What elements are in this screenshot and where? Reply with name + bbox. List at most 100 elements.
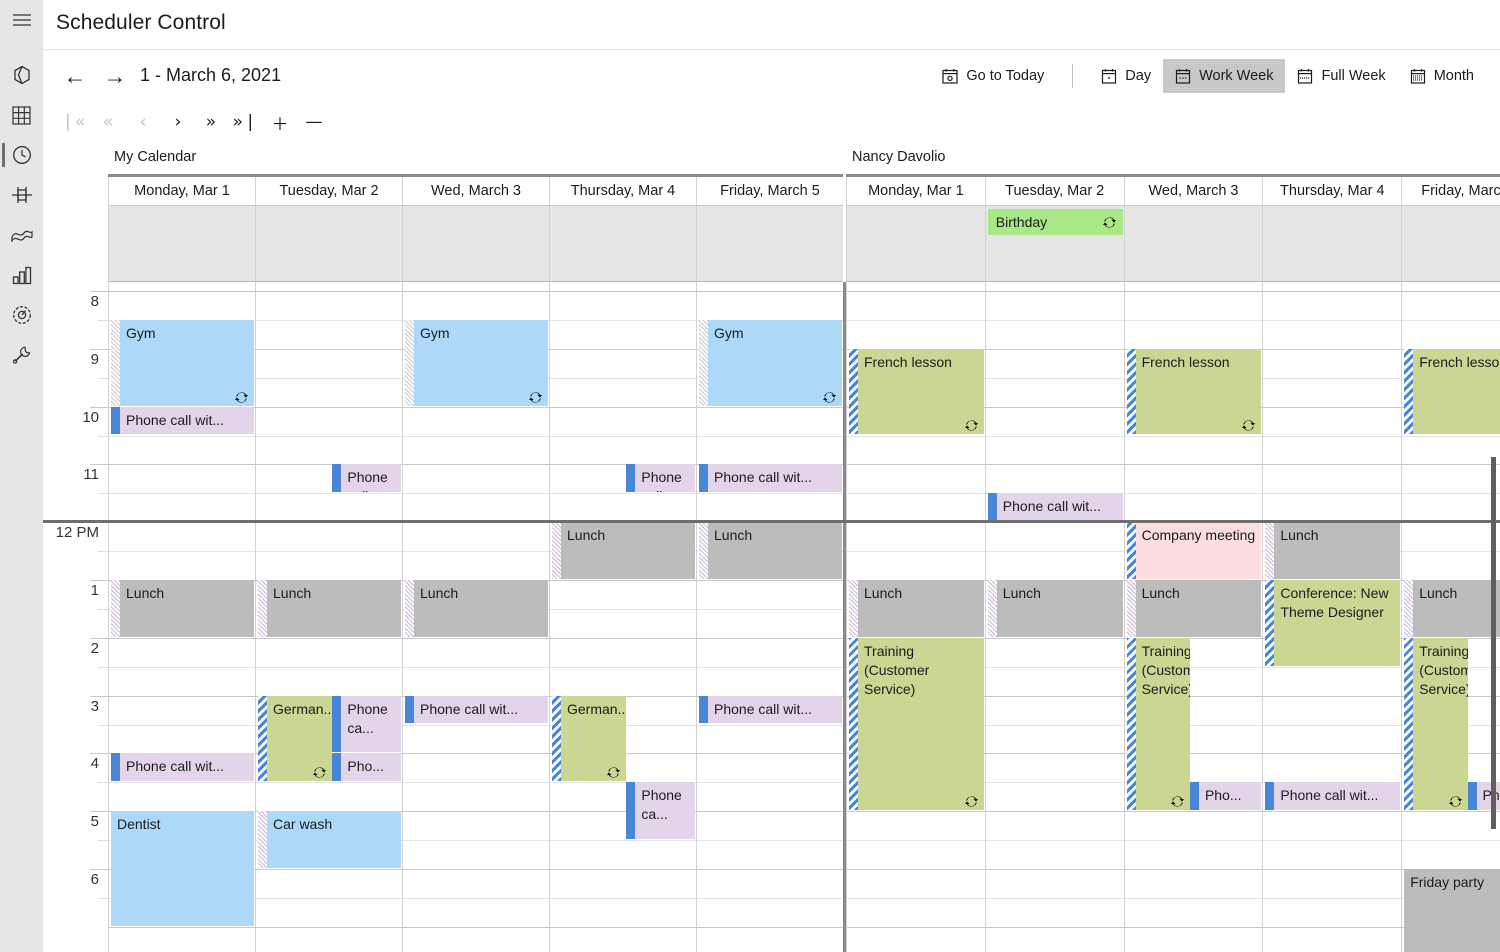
vertical-scrollbar[interactable] <box>1491 457 1496 829</box>
appointment[interactable]: Conference: New Theme Designer <box>1265 580 1401 666</box>
appointment[interactable]: French lesson <box>1404 348 1500 435</box>
appointment[interactable]: Phone call wit... <box>626 464 695 493</box>
appointment[interactable]: Phone call wit... <box>332 464 401 493</box>
hour-gridline <box>256 869 402 870</box>
bar-chart-icon[interactable] <box>0 255 43 295</box>
appointment[interactable]: Gym <box>405 319 548 406</box>
half-hour-gridline <box>1402 551 1500 553</box>
day-header-mycal-0[interactable]: Monday, Mar 1 <box>108 177 255 206</box>
appointment[interactable]: Lunch <box>1404 580 1500 637</box>
appointment[interactable]: Dentist <box>111 811 254 926</box>
all-day-cell-mycal-3[interactable] <box>549 206 696 282</box>
all-day-cell-nancy-0[interactable] <box>846 206 985 282</box>
paging-toolbar: ❘« « ‹ ›» »❘ ＋ — <box>43 103 1500 141</box>
appointment[interactable]: Company meeting <box>1126 522 1262 579</box>
appointment[interactable]: Car wash <box>258 811 401 868</box>
hour-gridline <box>985 406 1124 408</box>
toolbar-divider <box>1072 64 1074 88</box>
appointment[interactable]: Lunch <box>987 580 1123 637</box>
layout-icon[interactable] <box>0 175 43 215</box>
view-button-month[interactable]: Month <box>1398 59 1486 93</box>
appointment[interactable]: Phone call wit... <box>111 406 254 435</box>
appointment[interactable]: German... <box>552 695 627 782</box>
grid-icon[interactable] <box>0 95 43 135</box>
last-page-button[interactable]: »❘ <box>230 107 260 137</box>
appointment[interactable]: Training (Customer Service) <box>1404 637 1468 811</box>
appointment-status-bar <box>699 695 708 724</box>
appointment[interactable]: Phone call wit... <box>987 493 1123 522</box>
day-header-nancy-0[interactable]: Monday, Mar 1 <box>846 177 985 206</box>
day-header-mycal-1[interactable]: Tuesday, Mar 2 <box>255 177 402 206</box>
half-hour-gridline <box>697 608 843 610</box>
hour-gridline <box>109 695 255 697</box>
appointment-status-bar <box>1189 782 1199 811</box>
time-grid[interactable]: 8 9 10 11 12 PM 1 2 3 4 5 6 Gym Gym Gym Phone call wi… <box>43 282 1500 952</box>
day-header-nancy-2[interactable]: Wed, March 3 <box>1123 177 1263 206</box>
appointment[interactable]: Friday party <box>1404 869 1500 952</box>
appointment[interactable]: Phone call wit... <box>111 753 254 782</box>
half-hour-gridline <box>256 551 402 553</box>
clock-icon[interactable] <box>0 135 43 175</box>
time-tick-minor <box>98 608 108 610</box>
appointment[interactable]: Phone ca... <box>626 782 695 840</box>
day-header-nancy-3[interactable]: Thursday, Mar 4 <box>1262 177 1402 206</box>
previous-period-button[interactable]: ← <box>60 62 90 90</box>
time-label-6: 6 <box>90 871 99 888</box>
zoom-out-button[interactable]: — <box>299 107 329 137</box>
appointment[interactable]: Lunch <box>1126 580 1262 637</box>
appointment[interactable]: Pho... <box>332 753 401 782</box>
go-to-today-button[interactable]: Go to Today <box>930 59 1056 93</box>
day-header-mycal-4[interactable]: Friday, March 5 <box>696 177 843 206</box>
shapes-icon[interactable] <box>0 55 43 95</box>
appointment[interactable]: Lunch <box>111 580 254 637</box>
gauge-icon[interactable] <box>0 295 43 335</box>
ribbon-icon[interactable] <box>0 215 43 255</box>
all-day-cell-mycal-1[interactable] <box>255 206 402 282</box>
day-header-nancy-1[interactable]: Tuesday, Mar 2 <box>984 177 1124 206</box>
appointment[interactable]: Lunch <box>258 580 401 637</box>
hour-gridline <box>697 926 843 928</box>
wrench-icon[interactable] <box>0 335 43 375</box>
appointment[interactable]: Lunch <box>405 580 548 637</box>
view-button-full-week[interactable]: Full Week <box>1285 59 1397 93</box>
half-hour-gridline <box>109 493 255 495</box>
appointment[interactable]: Phone call wit... <box>699 464 842 493</box>
day-column-mycal-3[interactable] <box>549 282 696 952</box>
all-day-cell-mycal-2[interactable] <box>402 206 549 282</box>
appointment[interactable]: Training (Customer Service) <box>1126 637 1190 811</box>
time-label-9: 9 <box>90 350 99 368</box>
hamburger-menu-icon[interactable] <box>0 0 43 40</box>
appointment[interactable]: French lesson <box>1126 348 1262 435</box>
appointment[interactable]: Phone call wit... <box>699 695 842 724</box>
appointment[interactable]: Phone ca... <box>332 695 401 753</box>
appointment[interactable]: Lunch <box>699 522 842 579</box>
horizontal-splitter[interactable] <box>43 520 1500 524</box>
appointment[interactable]: Gym <box>111 319 254 406</box>
appointment[interactable]: German... <box>258 695 333 782</box>
appointment[interactable]: French lesson <box>849 348 984 435</box>
appointment[interactable]: Gym <box>699 319 842 406</box>
all-day-appointment[interactable]: Birthday <box>987 209 1123 235</box>
view-button-work-week[interactable]: Work Week <box>1163 59 1286 93</box>
all-day-cell-nancy-4[interactable] <box>1401 206 1500 282</box>
all-day-cell-nancy-3[interactable] <box>1262 206 1402 282</box>
day-header-mycal-2[interactable]: Wed, March 3 <box>402 177 549 206</box>
time-label-5: 5 <box>90 813 99 831</box>
all-day-cell-nancy-2[interactable] <box>1123 206 1263 282</box>
appointment[interactable]: Lunch <box>1265 522 1401 579</box>
appointment[interactable]: Lunch <box>552 522 695 579</box>
all-day-cell-mycal-0[interactable] <box>108 206 255 282</box>
appointment[interactable]: Lunch <box>849 580 984 637</box>
next-block-button[interactable]: » <box>196 107 226 137</box>
next-period-button[interactable]: → <box>100 62 130 90</box>
day-header-nancy-4[interactable]: Friday, March 5 <box>1401 177 1500 206</box>
appointment[interactable]: Phone call wit... <box>405 695 548 724</box>
appointment[interactable]: Phone call wit... <box>1265 782 1401 811</box>
zoom-in-button[interactable]: ＋ <box>265 107 295 137</box>
appointment[interactable]: Training (Customer Service) <box>849 637 984 811</box>
day-header-mycal-3[interactable]: Thursday, Mar 4 <box>549 177 696 206</box>
all-day-cell-mycal-4[interactable] <box>696 206 843 282</box>
appointment[interactable]: Pho... <box>1189 782 1262 811</box>
view-button-day[interactable]: Day <box>1089 59 1163 93</box>
next-page-button[interactable]: › <box>163 107 193 137</box>
